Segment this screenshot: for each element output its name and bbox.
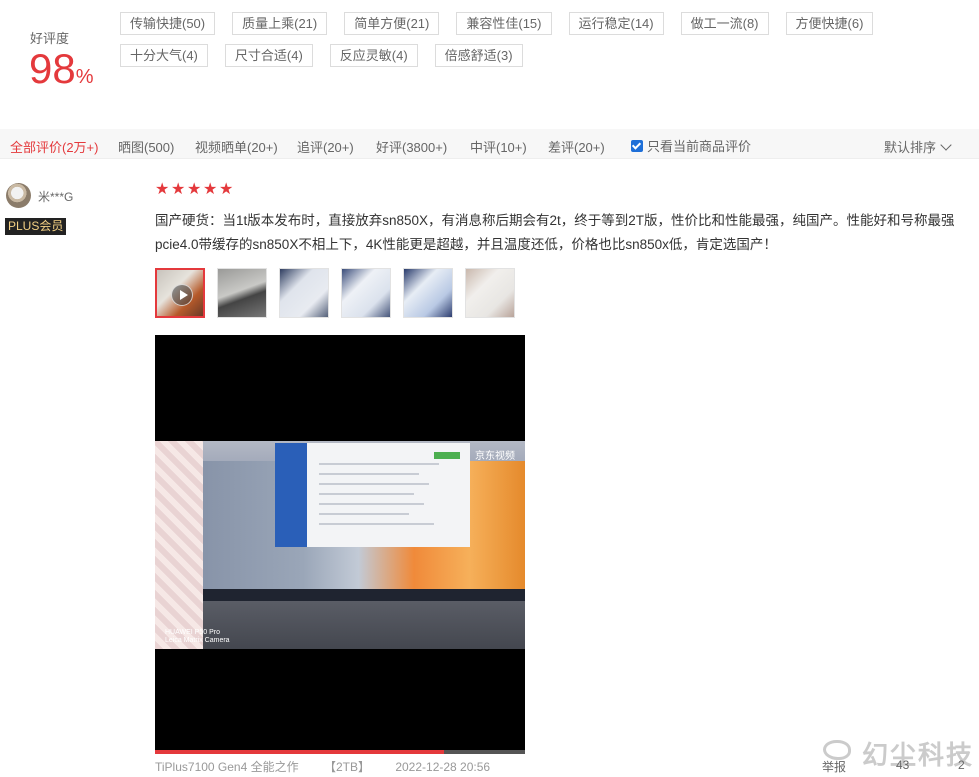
star-icon: ★: [155, 181, 170, 198]
tag[interactable]: 简单方便(21): [344, 12, 440, 35]
sort-label: 默认排序: [884, 140, 937, 155]
tab-positive[interactable]: 好评(3800+): [376, 137, 447, 156]
tag[interactable]: 传输快捷(50): [120, 12, 216, 35]
star-icon: ★: [171, 181, 186, 198]
review-date: 2022-12-28 20:56: [395, 760, 491, 774]
tag-list: 传输快捷(50) 质量上乘(21) 简单方便(21) 兼容性佳(15) 运行稳定…: [120, 12, 940, 76]
review-meta: TiPlus7100 Gen4 全能之作 【2TB】 2022-12-28 20…: [155, 758, 512, 775]
only-current-toggle[interactable]: 只看当前商品评价: [631, 136, 751, 155]
tag[interactable]: 质量上乘(21): [232, 12, 328, 35]
review-content: 国产硬货：当1t版本发布时，直接放弃sn850X，有消息称后期会有2t，终于等到…: [155, 213, 955, 252]
user-name: 米***G: [38, 190, 74, 204]
star-icon: ★: [203, 181, 218, 198]
thumbnail-strip: [155, 268, 527, 318]
play-icon: [171, 284, 193, 306]
sort-dropdown[interactable]: 默认排序: [884, 137, 952, 156]
rating-panel: 好评度 98% 传输快捷(50) 质量上乘(21) 简单方便(21) 兼容性佳(…: [0, 0, 979, 128]
tag[interactable]: 做工一流(8): [680, 12, 769, 35]
weibo-icon: [823, 740, 851, 760]
tag[interactable]: 反应灵敏(4): [329, 44, 418, 67]
tab-photos[interactable]: 晒图(500): [118, 137, 174, 156]
tag[interactable]: 倍感舒适(3): [434, 44, 523, 67]
rating-unit: %: [75, 66, 94, 88]
avatar[interactable]: [6, 183, 31, 208]
product-capacity: 【2TB】: [323, 760, 370, 774]
photo-thumbnail[interactable]: [217, 268, 267, 318]
camera-watermark: HUAWEI P50 Pro Leica Matrix Camera: [165, 629, 230, 644]
chevron-down-icon: [940, 138, 952, 151]
tab-videos[interactable]: 视频晒单(20+): [195, 137, 278, 156]
report-button[interactable]: 举报: [822, 758, 846, 775]
photo-thumbnail[interactable]: [465, 268, 515, 318]
rating-number: 98: [29, 45, 76, 92]
tag[interactable]: 十分大气(4): [120, 44, 208, 67]
checkbox-checked-icon[interactable]: [631, 139, 643, 152]
comment-count: 2: [958, 758, 965, 772]
tab-negative[interactable]: 差评(20+): [548, 137, 605, 156]
comment-button[interactable]: 2: [958, 758, 965, 772]
star-icon: ★: [187, 181, 202, 198]
plus-member-badge: PLUS会员: [5, 218, 67, 235]
star-icon: ★: [219, 181, 234, 198]
video-frame: 京东视频 HUAWEI P50 Pro Leica Matrix Camera: [155, 441, 525, 649]
tag[interactable]: 方便快捷(6): [785, 12, 874, 35]
tag[interactable]: 运行稳定(14): [568, 12, 664, 35]
photo-thumbnail[interactable]: [341, 268, 391, 318]
like-button[interactable]: 43: [896, 758, 909, 772]
tag[interactable]: 兼容性佳(15): [456, 12, 552, 35]
rating-value: 98%: [29, 46, 94, 92]
tab-all[interactable]: 全部评价(2万+): [10, 137, 98, 156]
video-progress-fill: [155, 750, 444, 754]
product-name: TiPlus7100 Gen4 全能之作: [155, 760, 299, 774]
video-progress-bar[interactable]: [155, 750, 525, 754]
video-player[interactable]: 京东视频 HUAWEI P50 Pro Leica Matrix Camera: [155, 335, 525, 753]
video-thumbnail[interactable]: [155, 268, 205, 318]
tab-neutral[interactable]: 中评(10+): [470, 137, 527, 156]
star-rating: ★ ★ ★ ★ ★: [155, 181, 235, 198]
photo-thumbnail[interactable]: [279, 268, 329, 318]
only-current-label: 只看当前商品评价: [647, 139, 752, 154]
tag[interactable]: 尺寸合适(4): [224, 44, 313, 67]
tab-follow-up[interactable]: 追评(20+): [297, 137, 354, 156]
filter-bar: 全部评价(2万+) 晒图(500) 视频晒单(20+) 追评(20+) 好评(3…: [0, 129, 979, 159]
video-brand-logo: 京东视频: [475, 451, 515, 462]
like-count: 43: [896, 758, 910, 772]
photo-thumbnail[interactable]: [403, 268, 453, 318]
